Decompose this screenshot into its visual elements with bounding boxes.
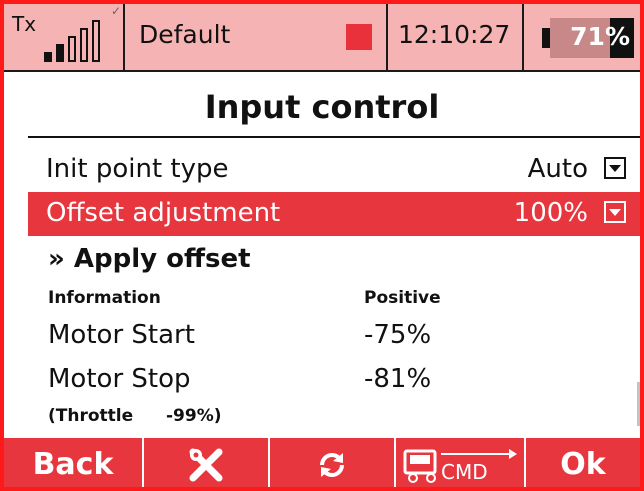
signal-strength-icon	[44, 18, 108, 62]
information-header: Information	[48, 288, 161, 308]
battery-icon: 71%	[550, 18, 634, 58]
offset-adjustment-value: 100%	[513, 198, 588, 228]
svg-text:CMD: CMD	[441, 460, 488, 484]
refresh-icon	[320, 452, 344, 477]
motor-start-label: Motor Start	[48, 320, 195, 350]
motor-stop-value: -81%	[364, 364, 432, 394]
init-point-type-label: Init point type	[46, 154, 229, 184]
back-button-label: Back	[32, 447, 114, 482]
ok-button[interactable]: Ok	[524, 438, 640, 487]
page-title: Input control	[204, 88, 440, 126]
tx-signal-cell: Tx ✓	[4, 4, 125, 70]
tx-label: Tx	[12, 12, 37, 36]
title-divider	[28, 136, 640, 138]
battery-cell: 71%	[524, 4, 640, 70]
status-bar: Tx ✓ Default 12:10:27 71%	[4, 4, 640, 72]
init-point-type-value: Auto	[527, 154, 588, 184]
offset-adjustment-row[interactable]: Offset adjustment 100%	[28, 192, 640, 236]
wrench-screwdriver-icon	[189, 448, 223, 481]
positive-header: Positive	[364, 288, 441, 308]
throttle-value: -99%)	[166, 406, 222, 426]
back-button[interactable]: Back	[4, 438, 142, 487]
throttle-label: (Throttle	[48, 406, 134, 426]
time-cell: 12:10:27	[388, 4, 524, 70]
check-icon: ✓	[110, 4, 121, 18]
init-point-type-row[interactable]: Init point type Auto	[28, 148, 640, 192]
model-name: Default	[139, 20, 231, 49]
cmd-button[interactable]: CMD	[394, 438, 524, 487]
apply-offset-button[interactable]: » Apply offset	[48, 244, 251, 274]
battery-percent: 71%	[570, 22, 630, 51]
refresh-button[interactable]	[268, 438, 394, 487]
tools-button[interactable]	[142, 438, 268, 487]
transmitter-cmd-icon: CMD	[403, 448, 517, 484]
motor-stop-label: Motor Stop	[48, 364, 191, 394]
ok-button-label: Ok	[560, 447, 606, 482]
motor-start-value: -75%	[364, 320, 432, 350]
offset-adjustment-label: Offset adjustment	[46, 198, 281, 228]
model-cell: Default	[125, 4, 388, 70]
scrollbar[interactable]	[637, 382, 640, 426]
screen: Tx ✓ Default 12:10:27 71% Input control …	[0, 0, 644, 491]
dropdown-arrow-icon[interactable]	[604, 157, 626, 179]
battery-icon-tip	[542, 28, 550, 48]
bottom-button-bar: Back CMD Ok	[4, 438, 640, 487]
clock-time: 12:10:27	[398, 20, 511, 49]
record-indicator-icon	[346, 24, 372, 50]
dropdown-arrow-icon[interactable]	[604, 201, 626, 223]
